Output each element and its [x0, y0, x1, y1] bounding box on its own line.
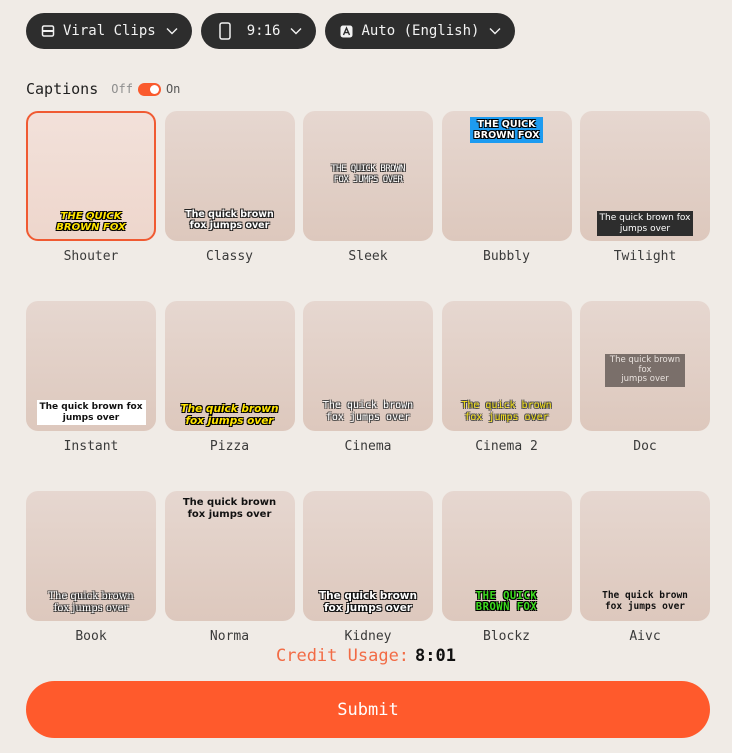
style-card-doc[interactable]: The quick brown fox jumps over Doc [580, 301, 710, 455]
credit-usage-label: Credit Usage: [275, 646, 410, 666]
aspect-ratio-label: 9:16 [246, 23, 281, 39]
style-name: Twilight [613, 249, 677, 264]
style-name: Shouter [63, 249, 119, 264]
style-card-book[interactable]: The quick brown fox jumps over Book [26, 491, 156, 645]
aspect-ratio-dropdown[interactable]: 9:16 [200, 13, 317, 49]
language-label: Auto (English) [361, 23, 480, 39]
captions-header: Captions Off On [26, 80, 180, 98]
preview-caption: The quick brown fox jumps over [322, 400, 414, 423]
style-card-classy[interactable]: The quick brown fox jumps over Classy [164, 111, 295, 265]
style-card-twilight[interactable]: The quick brown fox jumps over Twilight [580, 111, 710, 265]
preview-caption: The quick brown fox jumps over [48, 591, 134, 614]
style-preview: The quick brown fox jumps over [303, 491, 433, 621]
chevron-down-icon [489, 27, 501, 35]
captions-title: Captions [26, 80, 99, 98]
chevron-down-icon [166, 27, 178, 35]
style-card-cinema-2[interactable]: The quick brown fox jumps over Cinema 2 [441, 301, 572, 455]
preview-caption: THE QUICK BROWN FOX [469, 117, 544, 143]
preview-caption: The quick brown fox jumps over [185, 209, 274, 231]
preview-caption: The quick brown fox jumps over [36, 400, 146, 425]
style-name: Norma [209, 629, 250, 644]
caption-style-grid: THE QUICK BROWN FOX Shouter The quick br… [26, 111, 710, 645]
style-preview: The quick brown fox jumps over [164, 111, 295, 241]
preview-caption: The quick brown fox jumps over [182, 497, 277, 520]
style-preview: The quick brown fox jumps over [580, 301, 710, 431]
preview-caption: The quick brown fox jumps over [319, 590, 417, 614]
preview-caption: The quick brown fox jumps over [180, 403, 279, 427]
style-name: Instant [63, 439, 119, 454]
style-preview: THE QUICK BROWN FOX [441, 491, 572, 621]
style-name: Bubbly [483, 249, 530, 264]
style-name: Cinema 2 [475, 439, 538, 454]
style-preview: The quick brown fox jumps over [164, 301, 295, 431]
preview-caption: The quick brown fox jumps over [461, 400, 552, 423]
style-name: Kidney [344, 629, 392, 644]
style-card-instant[interactable]: The quick brown fox jumps over Instant [26, 301, 156, 455]
style-card-aivc[interactable]: The quick brown fox jumps over Aivc [580, 491, 710, 645]
translate-icon [340, 25, 353, 38]
style-preview: THE QUICK BROWN FOX JUMPS OVER [303, 111, 433, 241]
style-name: Aivc [629, 629, 661, 644]
credit-usage-value: 8:01 [415, 646, 456, 666]
captions-toggle[interactable] [137, 82, 161, 96]
style-name: Doc [633, 439, 657, 454]
style-card-blockz[interactable]: THE QUICK BROWN FOX Blockz [441, 491, 572, 645]
style-preview: The quick brown fox jumps over [303, 301, 433, 431]
chevron-down-icon [290, 27, 302, 35]
clip-type-dropdown[interactable]: Viral Clips [26, 13, 192, 49]
style-preview: THE QUICK BROWN FOX [26, 111, 156, 241]
language-dropdown[interactable]: Auto (English) [325, 13, 516, 49]
preview-caption: The quick brown fox jumps over [605, 354, 685, 387]
style-preview: The quick brown fox jumps over [26, 491, 156, 621]
style-name: Sleek [348, 249, 388, 264]
style-card-sleek[interactable]: THE QUICK BROWN FOX JUMPS OVER Sleek [303, 111, 433, 265]
preview-caption: The quick brown fox jumps over [602, 590, 688, 612]
style-card-pizza[interactable]: The quick brown fox jumps over Pizza [164, 301, 295, 455]
style-preview: The quick brown fox jumps over [580, 491, 710, 621]
style-name: Book [75, 629, 107, 644]
film-icon [41, 24, 55, 38]
preview-caption: THE QUICK BROWN FOX JUMPS OVER [331, 164, 405, 185]
phone-portrait-icon [218, 22, 231, 40]
style-name: Blockz [483, 629, 530, 644]
captions-on-label: On [165, 82, 181, 96]
credit-usage: Credit Usage: 8:01 [0, 646, 732, 666]
style-preview: THE QUICK BROWN FOX [441, 111, 572, 241]
style-preview: The quick brown fox jumps over [26, 301, 156, 431]
style-preview: The quick brown fox jumps over [164, 491, 295, 621]
style-name: Cinema [344, 439, 392, 454]
style-card-cinema[interactable]: The quick brown fox jumps over Cinema [303, 301, 433, 455]
style-name: Pizza [209, 439, 250, 454]
style-card-norma[interactable]: The quick brown fox jumps over Norma [164, 491, 295, 645]
style-card-shouter[interactable]: THE QUICK BROWN FOX Shouter [26, 111, 156, 265]
submit-button[interactable]: Submit [26, 681, 710, 738]
preview-caption: The quick brown fox jumps over [596, 211, 694, 236]
toolbar: Viral Clips 9:16 Auto (English) [26, 13, 516, 49]
style-card-bubbly[interactable]: THE QUICK BROWN FOX Bubbly [441, 111, 572, 265]
captions-off-label: Off [111, 82, 133, 96]
style-preview: The quick brown fox jumps over [441, 301, 572, 431]
style-name: Classy [206, 249, 253, 264]
style-preview: The quick brown fox jumps over [580, 111, 710, 241]
preview-caption: THE QUICK BROWN FOX [56, 211, 126, 233]
clip-type-label: Viral Clips [63, 23, 156, 39]
preview-caption: THE QUICK BROWN FOX [475, 590, 538, 613]
style-card-kidney[interactable]: The quick brown fox jumps over Kidney [303, 491, 433, 645]
